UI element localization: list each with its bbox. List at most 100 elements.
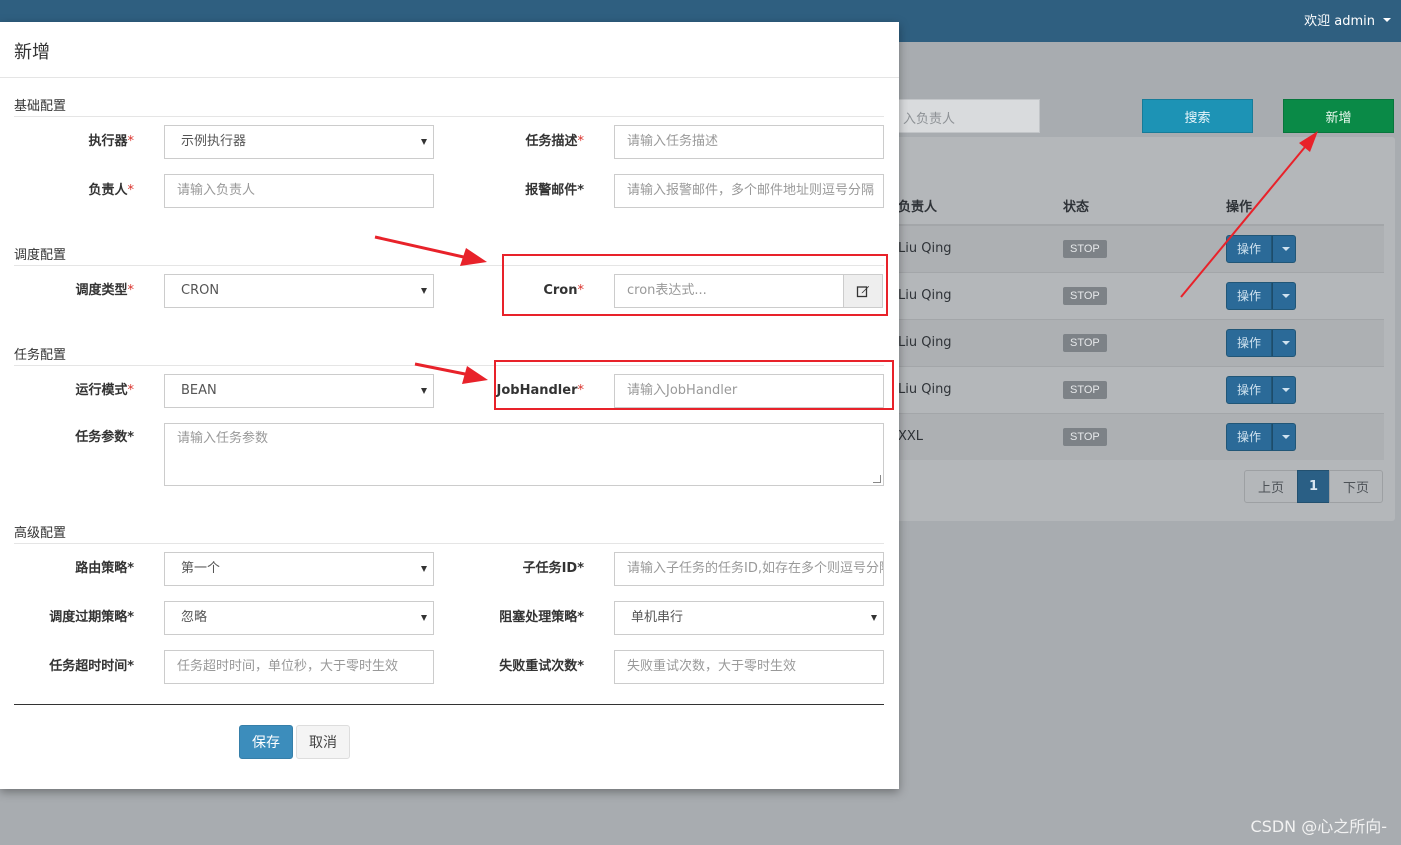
- modal-title: 新增: [14, 42, 50, 63]
- action-button[interactable]: 操作: [1226, 281, 1273, 310]
- author-filter-input[interactable]: 入负责人: [880, 99, 1040, 133]
- timeout-label: 任务超时时间*: [49, 659, 134, 674]
- block-strategy-select[interactable]: 单机串行: [614, 601, 884, 635]
- required-mark: *: [127, 134, 135, 149]
- status-badge: STOP: [1063, 380, 1107, 399]
- executor-label: 执行器*: [14, 125, 134, 159]
- child-job-input[interactable]: 请输入子任务的任务ID,如存在多个则逗号分隔: [614, 552, 884, 586]
- executor-select-value: 示例执行器: [181, 134, 247, 149]
- fail-retry-input[interactable]: 失败重试次数，大于零时生效: [614, 650, 884, 684]
- required-mark: *: [577, 134, 585, 149]
- route-strategy-select-value: 第一个: [181, 561, 221, 576]
- job-desc-label-text: 任务描述: [525, 134, 578, 149]
- section-basic-config: 基础配置: [14, 95, 884, 117]
- caret-down-icon: [871, 615, 877, 621]
- action-caret[interactable]: [1272, 375, 1297, 404]
- action-caret[interactable]: [1272, 422, 1297, 451]
- action-dropdown[interactable]: 操作: [1226, 234, 1297, 263]
- pagination: 上页 1 下页: [1244, 470, 1383, 503]
- executor-label-text: 执行器: [88, 134, 128, 149]
- action-dropdown[interactable]: 操作: [1226, 422, 1297, 451]
- job-param-label: 任务参数*: [75, 430, 134, 445]
- route-strategy-label: 路由策略*: [75, 561, 134, 576]
- owner-cell: Liu Qing: [880, 271, 1055, 319]
- table-row: XXL STOP 操作: [880, 412, 1384, 460]
- executor-select[interactable]: 示例执行器: [164, 125, 434, 159]
- section-advanced-config: 高级配置: [14, 522, 884, 544]
- owner-cell: Liu Qing: [880, 318, 1055, 366]
- timeout-input[interactable]: 任务超时时间，单位秒，大于零时生效: [164, 650, 434, 684]
- caret-down-icon: [1282, 293, 1291, 298]
- job-table: 负责人 状态 操作 Liu Qing STOP 操作 Liu Qing STOP…: [880, 187, 1384, 460]
- status-badge: STOP: [1063, 333, 1107, 352]
- author-filter-placeholder: 入负责人: [903, 112, 956, 127]
- resize-handle-icon[interactable]: [873, 475, 881, 483]
- fail-retry-label: 失败重试次数*: [499, 659, 584, 674]
- action-dropdown[interactable]: 操作: [1226, 328, 1297, 357]
- jobhandler-highlight-box: [494, 360, 894, 410]
- job-desc-input[interactable]: 请输入任务描述: [614, 125, 884, 159]
- required-mark: *: [127, 383, 135, 398]
- route-strategy-select[interactable]: 第一个: [164, 552, 434, 586]
- job-param-textarea[interactable]: 请输入任务参数: [164, 423, 884, 486]
- table-header-row: 负责人 状态 操作: [880, 187, 1384, 226]
- required-mark: *: [127, 183, 135, 198]
- caret-down-icon: [421, 388, 427, 394]
- action-button[interactable]: 操作: [1226, 234, 1273, 263]
- required-mark: *: [127, 283, 135, 298]
- table-row: Liu Qing STOP 操作: [880, 318, 1384, 366]
- block-strategy-select-value: 单机串行: [631, 610, 684, 625]
- schedule-type-label-text: 调度类型: [75, 283, 128, 298]
- schedule-type-select[interactable]: CRON: [164, 274, 434, 308]
- glue-type-select-value: BEAN: [181, 383, 217, 398]
- block-strategy-label: 阻塞处理策略*: [499, 610, 584, 625]
- caret-down-icon: [1383, 17, 1391, 22]
- caret-down-icon: [1282, 340, 1291, 345]
- column-header-actions: 操作: [1218, 187, 1384, 226]
- form-divider: [14, 704, 884, 705]
- caret-down-icon: [421, 615, 427, 621]
- misfire-strategy-select-value: 忽略: [181, 610, 208, 625]
- cancel-button[interactable]: 取消: [296, 725, 350, 759]
- caret-down-icon: [1282, 387, 1291, 392]
- action-caret[interactable]: [1272, 281, 1297, 310]
- action-caret[interactable]: [1272, 234, 1297, 263]
- search-button[interactable]: 搜索: [1142, 99, 1253, 133]
- current-page-button[interactable]: 1: [1297, 470, 1330, 503]
- table-row: Liu Qing STOP 操作: [880, 224, 1384, 272]
- alarm-email-label: 报警邮件*: [525, 183, 584, 198]
- action-caret[interactable]: [1272, 328, 1297, 357]
- caret-down-icon: [1282, 434, 1291, 439]
- owner-cell: Liu Qing: [880, 224, 1055, 272]
- schedule-type-select-value: CRON: [181, 283, 220, 298]
- action-button[interactable]: 操作: [1226, 375, 1273, 404]
- csdn-watermark: CSDN @心之所向-: [1250, 817, 1387, 836]
- user-menu[interactable]: 欢迎 admin: [1304, 10, 1391, 29]
- caret-down-icon: [1282, 246, 1291, 251]
- column-header-owner: 负责人: [880, 187, 1055, 226]
- add-job-button[interactable]: 新增: [1283, 99, 1394, 133]
- prev-page-button[interactable]: 上页: [1244, 470, 1298, 503]
- table-row: Liu Qing STOP 操作: [880, 271, 1384, 319]
- column-header-status: 状态: [1055, 187, 1218, 226]
- action-button[interactable]: 操作: [1226, 328, 1273, 357]
- alarm-email-input[interactable]: 请输入报警邮件，多个邮件地址则逗号分隔: [614, 174, 884, 208]
- caret-down-icon: [421, 288, 427, 294]
- save-button[interactable]: 保存: [239, 725, 293, 759]
- next-page-button[interactable]: 下页: [1329, 470, 1383, 503]
- author-input[interactable]: 请输入负责人: [164, 174, 434, 208]
- author-label-text: 负责人: [88, 183, 128, 198]
- author-label: 负责人*: [14, 174, 134, 208]
- user-menu-label: 欢迎 admin: [1304, 14, 1375, 29]
- child-job-label: 子任务ID*: [522, 561, 584, 576]
- owner-cell: XXL: [880, 412, 1055, 460]
- action-dropdown[interactable]: 操作: [1226, 281, 1297, 310]
- action-dropdown[interactable]: 操作: [1226, 375, 1297, 404]
- action-button[interactable]: 操作: [1226, 422, 1273, 451]
- cron-highlight-box: [502, 254, 888, 316]
- misfire-strategy-label: 调度过期策略*: [49, 610, 134, 625]
- misfire-strategy-select[interactable]: 忽略: [164, 601, 434, 635]
- job-param-placeholder: 请输入任务参数: [177, 431, 269, 446]
- owner-cell: Liu Qing: [880, 365, 1055, 413]
- glue-type-select[interactable]: BEAN: [164, 374, 434, 408]
